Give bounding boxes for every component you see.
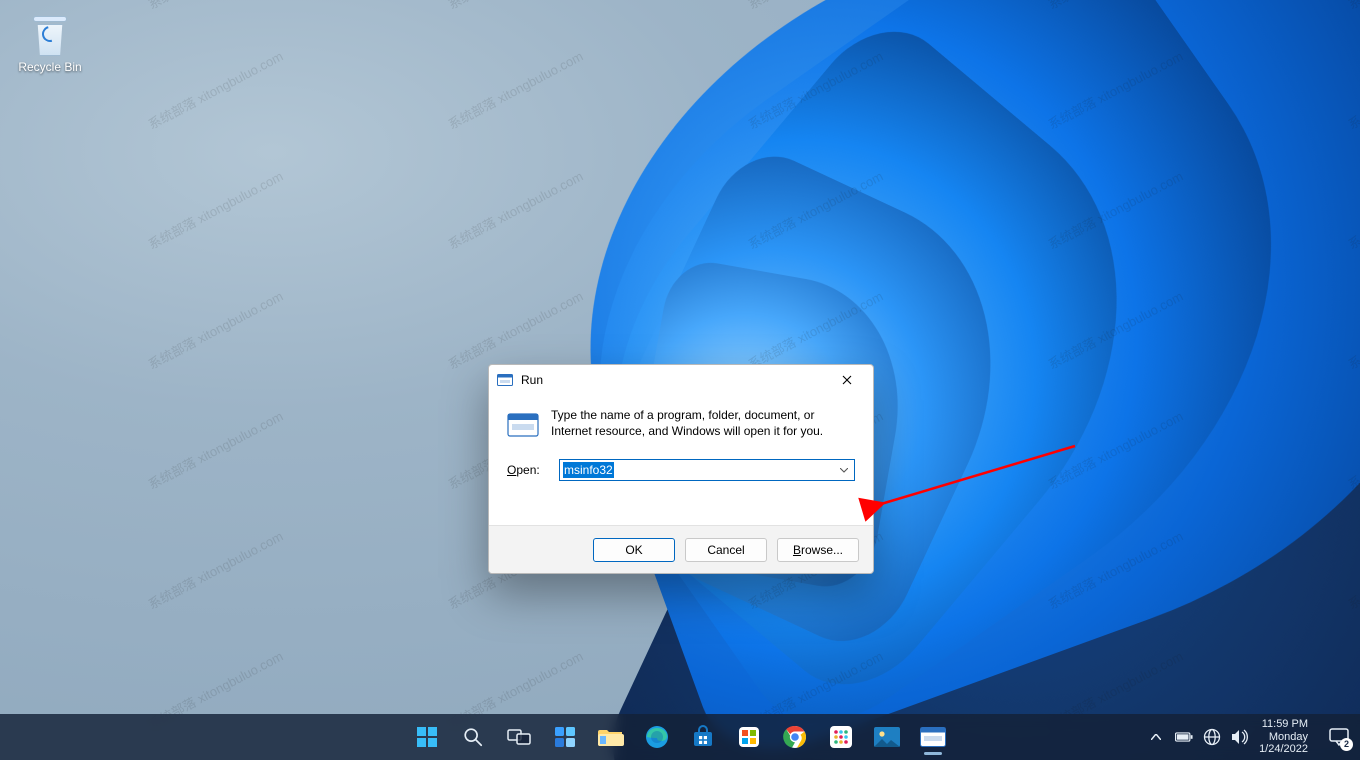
taskbar: 11:59 PM Monday 1/24/2022 2 [0,714,1360,760]
annotation-arrow-icon [875,440,1085,525]
browse-button[interactable]: Browse... [777,538,859,562]
recycle-bin-label: Recycle Bin [12,60,88,74]
edge-button[interactable] [636,717,678,757]
tips-button[interactable] [728,717,770,757]
run-taskbar-button[interactable] [912,717,954,757]
chrome-button[interactable] [774,717,816,757]
open-input[interactable] [559,459,855,481]
recycle-bin-icon [30,12,70,56]
open-label: Open: [507,463,549,477]
tray-chevron-up-icon[interactable] [1147,728,1165,746]
cancel-button[interactable]: Cancel [685,538,767,562]
volume-icon[interactable] [1231,728,1249,746]
clock-time: 11:59 PM [1259,718,1308,731]
battery-icon[interactable] [1175,728,1193,746]
clock-date: 1/24/2022 [1259,743,1308,756]
taskbar-center [406,717,954,757]
recycle-bin-desktop-icon[interactable]: Recycle Bin [12,12,88,74]
start-button[interactable] [406,717,448,757]
store-button[interactable] [682,717,724,757]
search-button[interactable] [452,717,494,757]
run-title: Run [521,373,825,387]
run-titlebar[interactable]: Run [489,365,873,395]
run-title-icon [497,372,513,388]
ok-button[interactable]: OK [593,538,675,562]
file-explorer-button[interactable] [590,717,632,757]
close-button[interactable] [825,366,869,394]
task-view-button[interactable] [498,717,540,757]
photos-button[interactable] [866,717,908,757]
clock-day: Monday [1259,731,1308,744]
app-grid-button[interactable] [820,717,862,757]
run-description: Type the name of a program, folder, docu… [551,407,855,441]
open-combobox[interactable]: msinfo32 [559,459,855,481]
run-dialog: Run Type the name of a program, folder, … [488,364,874,574]
taskbar-clock[interactable]: 11:59 PM Monday 1/24/2022 [1259,718,1308,756]
tray-icons [1147,728,1249,746]
run-button-row: OK Cancel Browse... [489,525,873,573]
notifications-button[interactable]: 2 [1324,722,1354,752]
widgets-button[interactable] [544,717,586,757]
run-body-icon [507,409,539,441]
notifications-badge: 2 [1340,738,1353,751]
taskbar-right: 11:59 PM Monday 1/24/2022 2 [1147,714,1354,760]
chevron-down-icon[interactable] [837,463,851,477]
network-icon[interactable] [1203,728,1221,746]
desktop[interactable]: 系统部落 xitongbuluo.com系统部落 xitongbuluo.com… [0,0,1360,760]
